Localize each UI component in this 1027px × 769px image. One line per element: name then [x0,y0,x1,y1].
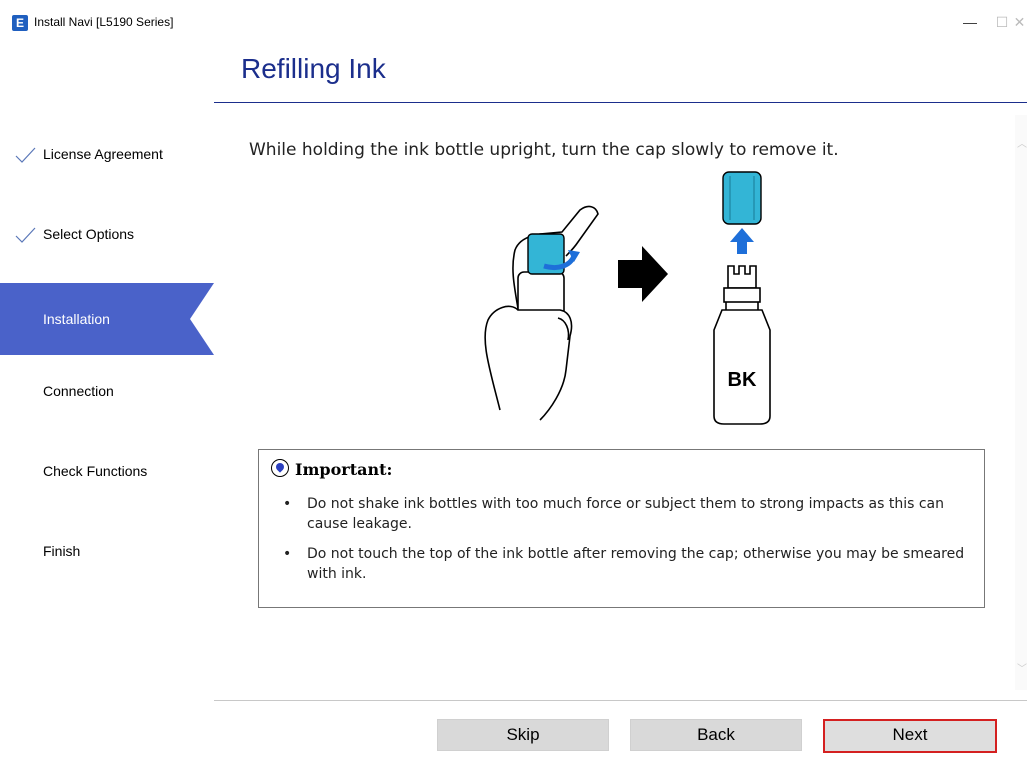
page-title: Refilling Ink [241,53,386,84]
important-notice: Important: Do not shake ink bottles with… [258,449,985,608]
window-title: Install Navi [L5190 Series] [34,15,174,29]
sidebar-step-finish: Finish [0,515,214,587]
sidebar-step-license-agreement: License Agreement [0,118,214,190]
checkmark-icon [15,227,36,243]
up-arrow-icon [730,228,754,254]
footer-divider [214,700,1027,701]
scroll-up-icon[interactable]: ︿ [1017,135,1027,150]
sidebar-step-label: Finish [43,543,81,559]
sidebar-step-installation: Installation [0,283,214,355]
title-bar: E Install Navi [L5190 Series] — ☐ ✕ [0,0,1027,40]
ink-bottle-illustration: BK [484,171,771,425]
sidebar-step-label: Check Functions [43,463,148,479]
sidebar-step-label: Connection [43,383,114,399]
minimize-button[interactable]: — [955,10,985,34]
important-icon [271,459,289,477]
list-item: Do not shake ink bottles with too much f… [283,494,973,534]
header-divider [214,102,1027,103]
important-heading-text: Important: [295,460,393,479]
sidebar-step-label: Installation [43,311,110,327]
important-heading: Important: [271,459,392,479]
next-button[interactable]: Next [823,719,997,753]
skip-button[interactable]: Skip [437,719,609,751]
bottle-label: BK [728,369,757,391]
active-step-pointer [190,283,214,355]
vertical-scrollbar[interactable]: ︿ ﹀ [1015,115,1027,690]
instruction-text: While holding the ink bottle upright, tu… [249,140,839,160]
important-list: Do not shake ink bottles with too much f… [283,494,973,594]
removed-cap [722,171,762,225]
open-ink-bottle [713,265,771,425]
app-logo-icon: E [12,15,28,31]
sidebar-step-label: Select Options [43,226,135,242]
close-button[interactable]: ✕ [1012,10,1027,34]
list-item: Do not touch the top of the ink bottle a… [283,544,973,584]
back-button[interactable]: Back [630,719,802,751]
step-sidebar: License Agreement Select Options Install… [0,103,214,703]
checkmark-icon [15,147,36,163]
sidebar-step-check-functions: Check Functions [0,435,214,507]
right-arrow-icon [618,246,668,302]
sidebar-step-select-options: Select Options [0,198,214,270]
scroll-down-icon[interactable]: ﹀ [1017,660,1027,675]
sidebar-step-label: License Agreement [43,146,163,162]
sidebar-step-connection: Connection [0,355,214,427]
